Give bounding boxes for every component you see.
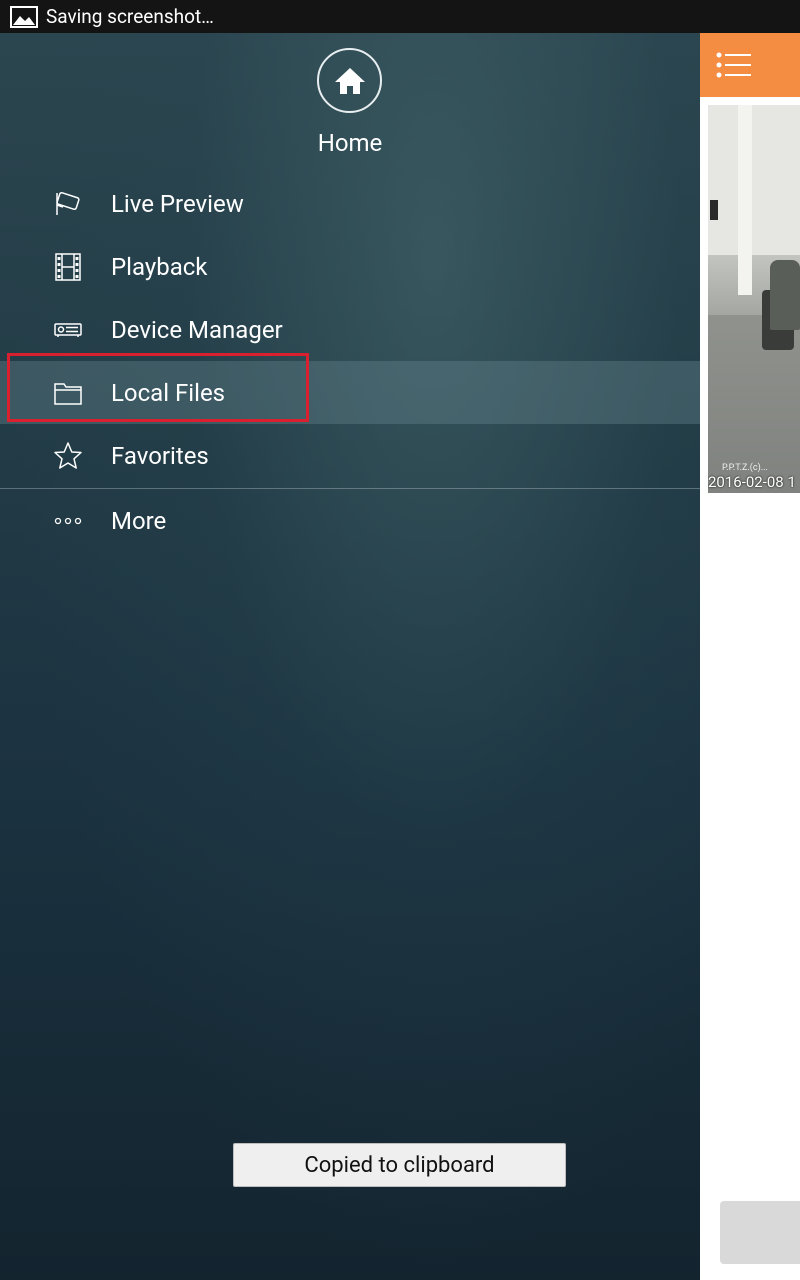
menu-item-favorites[interactable]: Favorites xyxy=(0,424,700,487)
film-icon xyxy=(53,252,83,282)
camera-feed-thumbnail[interactable]: P.P.T.Z.(c)... 2016-02-08 1 xyxy=(708,105,800,493)
toast-message: Copied to clipboard xyxy=(233,1143,566,1187)
home-label: Home xyxy=(317,129,383,157)
more-icon xyxy=(53,506,83,536)
menu-item-label: Favorites xyxy=(111,441,209,470)
camera-scene-screen xyxy=(710,200,718,220)
status-text: Saving screenshot… xyxy=(46,5,214,28)
bottom-button[interactable] xyxy=(720,1201,800,1264)
camera-scene-person xyxy=(770,260,800,330)
list-menu-icon[interactable] xyxy=(716,51,752,79)
menu-item-label: Live Preview xyxy=(111,189,244,218)
menu-item-label: Device Manager xyxy=(111,315,283,344)
menu-item-live-preview[interactable]: Live Preview xyxy=(0,172,700,235)
menu-item-playback[interactable]: Playback xyxy=(0,235,700,298)
menu-item-more[interactable]: More xyxy=(0,489,700,552)
camera-timestamp: 2016-02-08 1 xyxy=(708,473,796,491)
camera-icon xyxy=(53,189,83,219)
camera-label: P.P.T.Z.(c)... xyxy=(722,463,768,473)
annotation-highlight-box xyxy=(7,353,309,422)
camera-scene-pillar xyxy=(738,105,752,295)
home-button[interactable] xyxy=(317,48,382,113)
menu-item-label: More xyxy=(111,506,167,535)
navigation-drawer: Home Live Preview Playback Device Manage… xyxy=(0,33,700,1280)
app-bar xyxy=(700,33,800,97)
star-icon xyxy=(53,441,83,471)
menu-item-label: Playback xyxy=(111,252,208,281)
status-bar: Saving screenshot… xyxy=(0,0,800,33)
home-icon xyxy=(334,67,365,94)
camera-scene-wall xyxy=(708,105,800,255)
menu-item-device-manager[interactable]: Device Manager xyxy=(0,298,700,361)
main-content: P.P.T.Z.(c)... 2016-02-08 1 xyxy=(700,33,800,1280)
device-icon xyxy=(53,315,83,345)
image-icon xyxy=(10,5,38,28)
